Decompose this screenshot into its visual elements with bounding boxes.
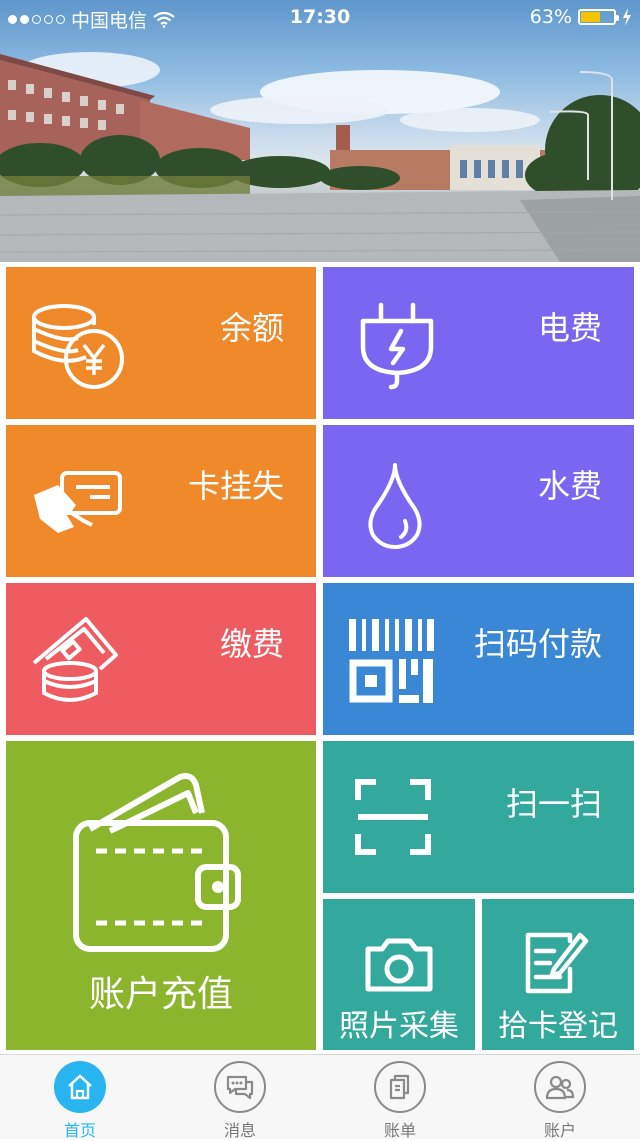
battery-percent: 63% [529,6,572,28]
tab-messages-label: 消息 [223,1121,256,1140]
water-fee-label: 水费 [537,467,602,505]
bill-icon [374,1061,426,1113]
card-loss-report-label: 卡挂失 [187,467,284,505]
account-recharge-tile[interactable]: 账户充值 [6,741,316,1050]
scan-frame-icon [355,779,431,855]
campus-banner-image [0,52,640,262]
tab-messages[interactable]: 消息 [160,1055,320,1140]
campus-banner [0,0,640,262]
payment-tile[interactable]: 缴费 [6,583,316,735]
water-drop-icon [368,463,422,549]
card-in-hand-icon [34,471,122,533]
electricity-fee-tile[interactable]: 电费 [323,267,634,419]
balance-tile[interactable]: 余额 [6,267,316,419]
tab-account[interactable]: 账户 [480,1055,640,1140]
wallet-icon [73,773,241,952]
tab-bills-label: 账单 [383,1121,416,1140]
found-card-register-tile[interactable]: 拾卡登记 [482,899,634,1050]
account-recharge-label: 账户充值 [88,974,233,1015]
scan-tile[interactable]: 扫一扫 [323,741,634,893]
photo-collection-tile[interactable]: 照片采集 [323,899,475,1050]
barcode-qrcode-icon [349,619,434,703]
status-bar: 中国电信 17:30 63% [0,0,640,34]
payment-label: 缴费 [219,625,284,663]
message-icon [214,1061,266,1113]
electricity-fee-label: 电费 [537,309,602,347]
tab-bills[interactable]: 账单 [320,1055,480,1140]
scan-code-pay-label: 扫码付款 [473,625,602,663]
coins-yen-icon [32,304,124,389]
tab-account-label: 账户 [543,1121,576,1140]
tab-home[interactable]: 首页 [0,1055,160,1140]
scan-label: 扫一扫 [505,785,602,823]
bottom-tab-bar: 首页 消息 账单 账户 [0,1054,640,1140]
form-edit-icon [525,932,589,994]
charging-bolt-icon [623,8,631,26]
account-icon [534,1061,586,1113]
tab-home-label: 首页 [63,1121,96,1140]
card-loss-report-tile[interactable]: 卡挂失 [6,425,316,577]
balance-label: 余额 [219,309,284,347]
battery-icon [578,9,619,25]
function-grid: 余额 电费 卡挂失 水费 缴费 扫码付款 账户充值 扫一扫 照片采集 拾卡登记 [0,262,640,1054]
home-icon [54,1061,106,1113]
cash-and-coins-icon [32,617,118,702]
power-plug-icon [360,302,434,390]
found-card-register-label: 拾卡登记 [498,1009,618,1044]
camera-icon [365,938,433,992]
water-fee-tile[interactable]: 水费 [323,425,634,577]
photo-collection-label: 照片采集 [339,1009,459,1044]
scan-code-pay-tile[interactable]: 扫码付款 [323,583,634,735]
